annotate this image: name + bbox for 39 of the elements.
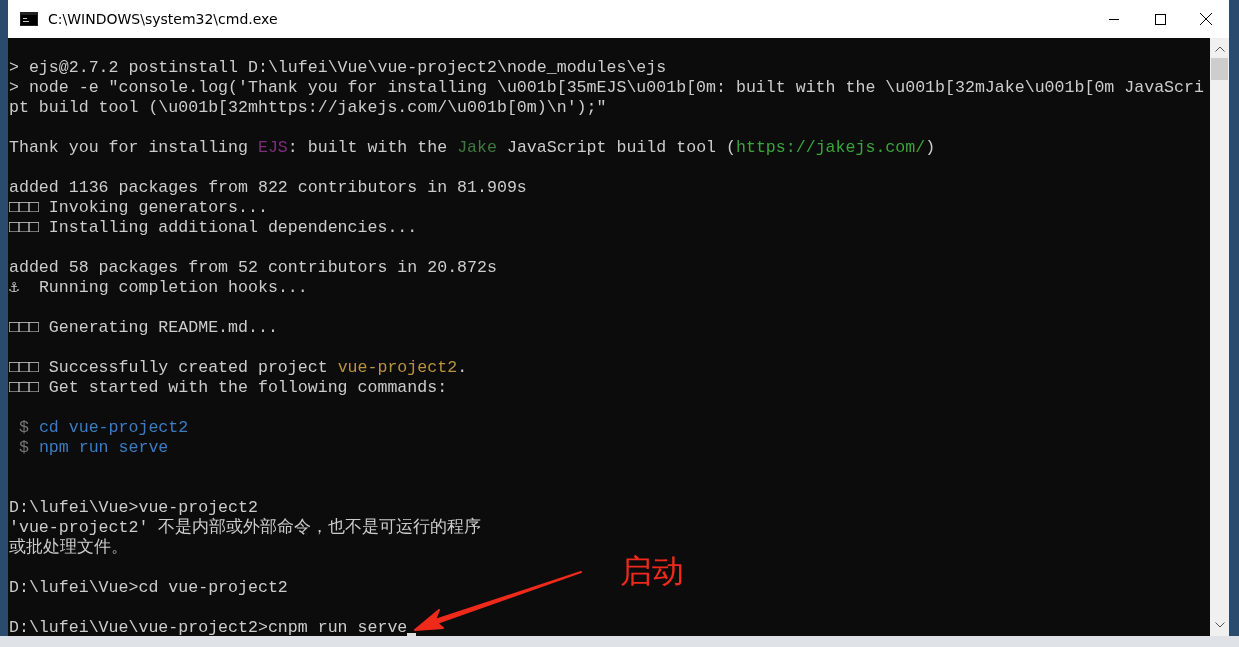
maximize-icon	[1154, 13, 1166, 25]
scroll-down-icon[interactable]	[1214, 622, 1225, 628]
console-text: D:\lufei\Vue>cd vue-project2	[9, 578, 288, 598]
scrollbar[interactable]	[1210, 38, 1229, 636]
console-text: npm run serve	[38, 438, 169, 458]
console-text: > node -e "console.log('Thank you for installing \u001b[35mEJS\u001b[0m: built with the \u001b[32mJake\u001b[0m JavaScri	[9, 78, 1204, 98]
console-text: □□□ Installing additional dependencies...	[9, 218, 418, 238]
console-text: ⚓ Running completion hooks...	[9, 278, 308, 298]
console-text: □□□ Generating README.md...	[9, 318, 278, 338]
console-text: JavaScript build tool (	[505, 138, 736, 158]
scroll-up-icon[interactable]	[1214, 46, 1225, 52]
text-cursor	[407, 633, 417, 636]
console-text: 'vue-project2' 不是内部或外部命令，也不是可运行的程序	[9, 518, 482, 538]
console-text: □□□ Invoking generators...	[9, 198, 268, 218]
console-text: > ejs@2.7.2 postinstall D:\lufei\Vue\vue-project2\node_modules\ejs	[9, 58, 667, 78]
window-title: C:\WINDOWS\system32\cmd.exe	[48, 11, 279, 27]
console-text: added 1136 packages from 822 contributors in 81.909s	[9, 178, 527, 198]
console-text: pt build tool (\u001b[32mhttps://jakejs.com/\u001b[0m)\n');"	[9, 98, 607, 118]
scrollbar-thumb[interactable]	[1211, 58, 1228, 80]
console-text: □□□ Successfully created project	[9, 358, 329, 378]
console-text: Jake	[457, 138, 497, 158]
console-icon	[20, 12, 38, 26]
console-text: Thank you for installing	[9, 138, 249, 158]
console-text: https://jakejs.com/	[735, 138, 926, 158]
console-text: vue-project2	[337, 358, 458, 378]
console-text: EJS	[257, 138, 288, 158]
console-text: D:\lufei\Vue>vue-project2	[9, 498, 258, 518]
console-text: □□□ Get started with the following commands:	[9, 378, 448, 398]
console-text: : built with the	[287, 138, 449, 158]
console-text: D:\lufei\Vue\vue-project2>cnpm run serve	[9, 618, 408, 636]
console-text: added 58 packages from 52 contributors in 20.872s	[9, 258, 497, 278]
annotation-label: 启动	[620, 551, 684, 591]
console-text: )	[925, 138, 936, 158]
console-text: $	[17, 418, 30, 438]
close-icon	[1200, 13, 1212, 25]
console-text: 或批处理文件。	[9, 538, 128, 558]
console-text: cd vue-project2	[38, 418, 189, 438]
console-text: .	[457, 358, 468, 378]
console-text: $	[17, 438, 30, 458]
